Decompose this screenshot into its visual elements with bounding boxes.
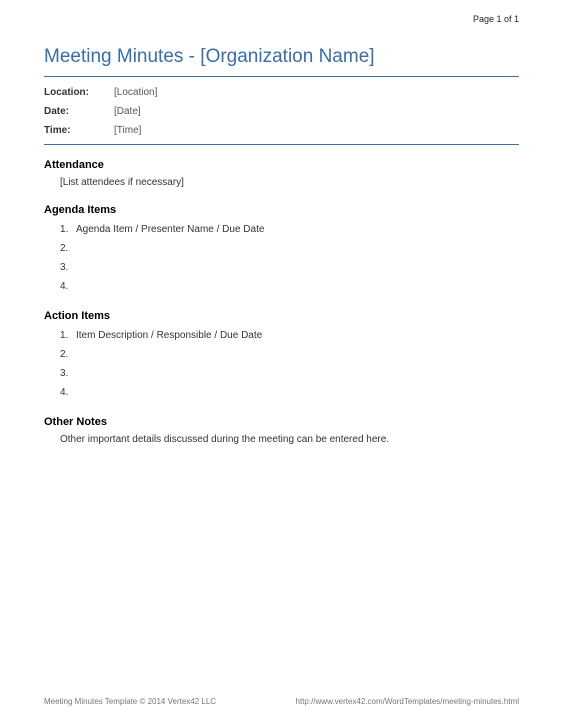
agenda-heading: Agenda Items	[44, 204, 519, 216]
list-item: 1.Item Description / Responsible / Due D…	[60, 326, 519, 345]
title-divider	[44, 76, 519, 77]
action-heading: Action Items	[44, 310, 519, 322]
list-item: 2.	[60, 345, 519, 364]
agenda-list: 1.Agenda Item / Presenter Name / Due Dat…	[44, 220, 519, 296]
time-value: [Time]	[114, 125, 141, 136]
footer-copyright: Meeting Minutes Template © 2014 Vertex42…	[44, 697, 216, 706]
attendance-heading: Attendance	[44, 159, 519, 171]
footer-url: http://www.vertex42.com/WordTemplates/me…	[296, 697, 520, 706]
meta-divider	[44, 144, 519, 145]
meta-time-row: Time: [Time]	[44, 121, 519, 140]
other-notes-heading: Other Notes	[44, 416, 519, 428]
list-item: 1.Agenda Item / Presenter Name / Due Dat…	[60, 220, 519, 239]
agenda-item-text: Agenda Item / Presenter Name / Due Date	[76, 224, 264, 235]
date-value: [Date]	[114, 106, 141, 117]
document-page: Page 1 of 1 Meeting Minutes - [Organizat…	[0, 0, 563, 728]
list-item: 3.	[60, 258, 519, 277]
list-item: 4.	[60, 277, 519, 296]
location-label: Location:	[44, 87, 114, 98]
list-item: 2.	[60, 239, 519, 258]
list-item: 3.	[60, 364, 519, 383]
meta-location-row: Location: [Location]	[44, 83, 519, 102]
list-item: 4.	[60, 383, 519, 402]
time-label: Time:	[44, 125, 114, 136]
page-number: Page 1 of 1	[473, 14, 519, 24]
attendance-text: [List attendees if necessary]	[44, 175, 519, 190]
action-item-text: Item Description / Responsible / Due Dat…	[76, 330, 262, 341]
date-label: Date:	[44, 106, 114, 117]
other-notes-text: Other important details discussed during…	[44, 432, 519, 447]
action-list: 1.Item Description / Responsible / Due D…	[44, 326, 519, 402]
location-value: [Location]	[114, 87, 157, 98]
document-title: Meeting Minutes - [Organization Name]	[44, 46, 519, 68]
footer: Meeting Minutes Template © 2014 Vertex42…	[44, 697, 519, 706]
meta-date-row: Date: [Date]	[44, 102, 519, 121]
